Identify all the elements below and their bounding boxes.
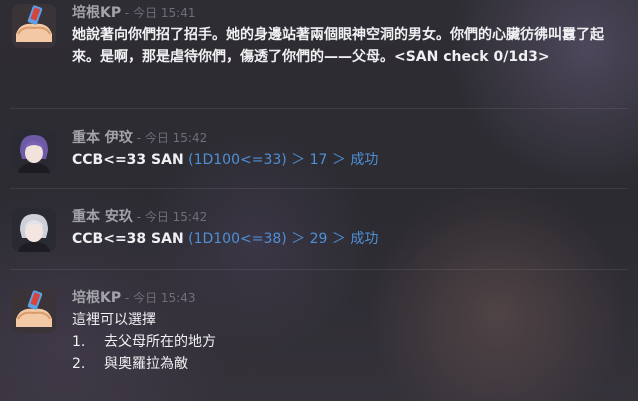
roll-command: CCB<=33 SAN	[72, 152, 184, 168]
option-list-item: 2. 與奧羅拉為敵	[72, 353, 620, 375]
option-number: 2.	[72, 356, 86, 372]
message-text: 她說著向你們招了招手。她的身邊站著兩個眼神空洞的男女。你們的心臟彷彿叫囂了起來。…	[72, 27, 604, 65]
message-header: 重本 安玖 - 今日 15:42	[72, 206, 620, 228]
option-number: 1.	[72, 334, 86, 350]
chat-message: 培根KP - 今日 15:43 這裡可以選擇 1. 去父母所在的地方 2. 與奧…	[0, 287, 638, 375]
white-hair-character-avatar-icon[interactable]	[12, 208, 56, 252]
author-name[interactable]: 培根KP	[72, 5, 121, 21]
author-name[interactable]: 重本 安玖	[72, 209, 133, 225]
header-dash: -	[132, 210, 145, 224]
message-header: 培根KP - 今日 15:43	[72, 287, 620, 309]
purple-hair-character-avatar-icon[interactable]	[12, 129, 56, 173]
chat-message: 培根KP - 今日 15:41 她說著向你們招了招手。她的身邊站著兩個眼神空洞的…	[0, 2, 638, 68]
header-dash: -	[132, 131, 145, 145]
roll-command: CCB<=38 SAN	[72, 231, 184, 247]
message-header: 重本 伊玟 - 今日 15:42	[72, 127, 620, 149]
message-header: 培根KP - 今日 15:41	[72, 2, 620, 24]
roll-detail: (1D100<=33) ＞ 17 ＞ 成功	[183, 152, 379, 168]
dice-roll-result: CCB<=33 SAN (1D100<=33) ＞ 17 ＞ 成功	[72, 149, 620, 171]
message-divider	[10, 269, 628, 270]
timestamp[interactable]: 今日 15:41	[133, 6, 195, 20]
roll-detail: (1D100<=38) ＞ 29 ＞ 成功	[183, 231, 379, 247]
option-list-item: 1. 去父母所在的地方	[72, 331, 620, 353]
author-name[interactable]: 培根KP	[72, 290, 121, 306]
chat-message: 重本 安玖 - 今日 15:42 CCB<=38 SAN (1D100<=38)…	[0, 206, 638, 252]
chat-message: 重本 伊玟 - 今日 15:42 CCB<=33 SAN (1D100<=33)…	[0, 127, 638, 173]
dice-roll-result: CCB<=38 SAN (1D100<=38) ＞ 29 ＞ 成功	[72, 228, 620, 250]
message-text: 這裡可以選擇	[72, 312, 156, 328]
message-divider	[10, 108, 628, 109]
bread-kp-avatar-icon[interactable]	[12, 289, 56, 333]
timestamp[interactable]: 今日 15:42	[145, 210, 207, 224]
timestamp[interactable]: 今日 15:43	[133, 291, 195, 305]
option-label: 去父母所在的地方	[104, 334, 216, 350]
option-label: 與奧羅拉為敵	[104, 356, 188, 372]
header-dash: -	[121, 6, 134, 20]
timestamp[interactable]: 今日 15:42	[145, 131, 207, 145]
author-name[interactable]: 重本 伊玟	[72, 130, 133, 146]
header-dash: -	[121, 291, 134, 305]
message-divider	[10, 188, 628, 189]
bread-kp-avatar-icon[interactable]	[12, 4, 56, 48]
